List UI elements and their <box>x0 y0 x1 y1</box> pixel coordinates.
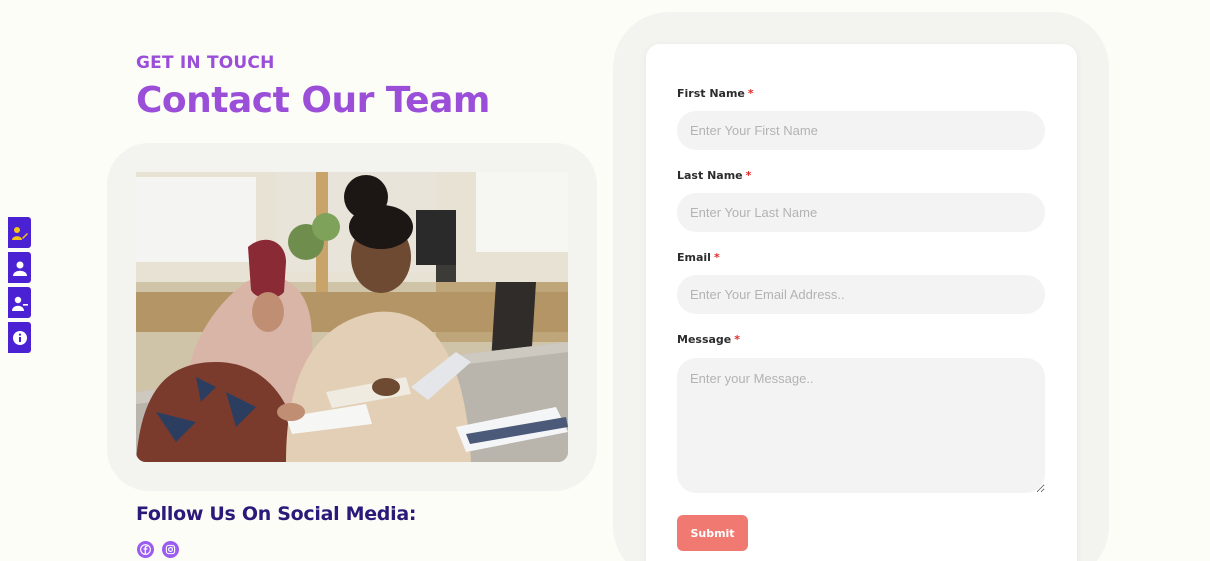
user-minus-icon <box>11 296 28 311</box>
email-label: Email * <box>677 251 720 264</box>
facebook-icon <box>140 544 151 555</box>
required-marker: * <box>734 333 741 346</box>
required-marker: * <box>745 169 752 182</box>
first-name-field[interactable] <box>677 111 1045 150</box>
first-name-label: First Name * <box>677 87 754 100</box>
facebook-link[interactable] <box>137 541 154 558</box>
instagram-link[interactable] <box>162 541 179 558</box>
social-heading: Follow Us On Social Media: <box>136 503 417 525</box>
side-toolbar-user-edit[interactable] <box>8 217 31 248</box>
side-toolbar <box>8 217 31 353</box>
side-toolbar-user[interactable] <box>8 252 31 283</box>
side-toolbar-user-minus[interactable] <box>8 287 31 318</box>
first-name-label-text: First Name <box>677 87 745 100</box>
last-name-label: Last Name * <box>677 169 751 182</box>
required-marker: * <box>713 251 720 264</box>
side-toolbar-info[interactable] <box>8 322 31 353</box>
last-name-label-text: Last Name <box>677 169 743 182</box>
team-photo <box>136 172 568 462</box>
user-edit-icon <box>11 226 28 240</box>
message-label: Message * <box>677 333 740 346</box>
email-label-text: Email <box>677 251 711 264</box>
user-icon <box>12 261 27 276</box>
submit-button[interactable]: Submit <box>677 515 748 551</box>
page-title: Contact Our Team <box>136 80 490 121</box>
info-icon <box>12 330 27 345</box>
social-links <box>137 541 179 558</box>
message-field[interactable] <box>677 358 1045 493</box>
last-name-field[interactable] <box>677 193 1045 232</box>
message-label-text: Message <box>677 333 732 346</box>
email-field[interactable] <box>677 275 1045 314</box>
instagram-icon <box>165 544 176 555</box>
eyebrow-text: GET IN TOUCH <box>136 53 275 73</box>
required-marker: * <box>747 87 754 100</box>
